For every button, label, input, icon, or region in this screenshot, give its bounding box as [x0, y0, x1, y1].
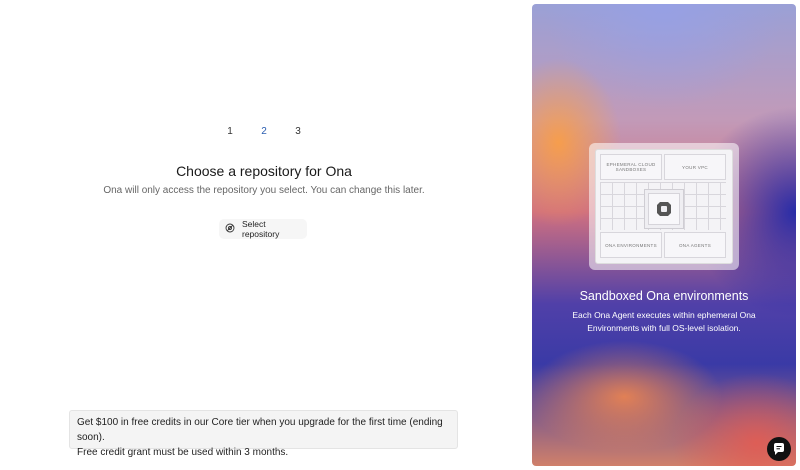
- promo-line-2: Free credit grant must be used within 3 …: [77, 447, 289, 458]
- panel-description: Each Ona Agent executes within ephemeral…: [572, 310, 756, 333]
- page-subtitle: Ona will only access the repository you …: [103, 185, 425, 196]
- page-title: Choose a repository for Ona: [176, 163, 352, 179]
- onboarding-main: 1 2 3 Choose a repository for Ona Ona wi…: [0, 0, 528, 470]
- diagram-cell-environments: ONA ENVIRONMENTS: [600, 232, 662, 258]
- diagram-frame: EPHEMERAL CLOUD SANDBOXES YOUR VPC ONA E…: [595, 149, 733, 264]
- diagram-cell-cloud-sandboxes: EPHEMERAL CLOUD SANDBOXES: [600, 154, 662, 180]
- promo-line-1: Get $100 in free credits in our Core tie…: [77, 417, 443, 443]
- select-repository-label: Select repository: [242, 219, 280, 239]
- diagram-core: [644, 189, 684, 229]
- chat-button[interactable]: [767, 437, 791, 461]
- architecture-diagram: EPHEMERAL CLOUD SANDBOXES YOUR VPC ONA E…: [589, 143, 739, 270]
- step-3: 3: [295, 125, 301, 137]
- step-1: 1: [227, 125, 233, 137]
- chat-icon: [773, 443, 784, 455]
- promo-banner: Get $100 in free credits in our Core tie…: [69, 410, 458, 458]
- diagram-cell-agents: ONA AGENTS: [664, 232, 726, 258]
- step-indicator: 1 2 3: [0, 121, 528, 141]
- select-repository-button[interactable]: Select repository: [219, 219, 307, 239]
- repository-icon: [225, 223, 235, 235]
- panel-title: Sandboxed Ona environments: [579, 289, 749, 303]
- diagram-core-inner: [648, 193, 680, 225]
- info-panel: EPHEMERAL CLOUD SANDBOXES YOUR VPC ONA E…: [532, 4, 796, 466]
- diagram-cell-vpc: YOUR VPC: [664, 154, 726, 180]
- ona-logo-icon: [657, 202, 671, 216]
- step-2: 2: [261, 125, 267, 137]
